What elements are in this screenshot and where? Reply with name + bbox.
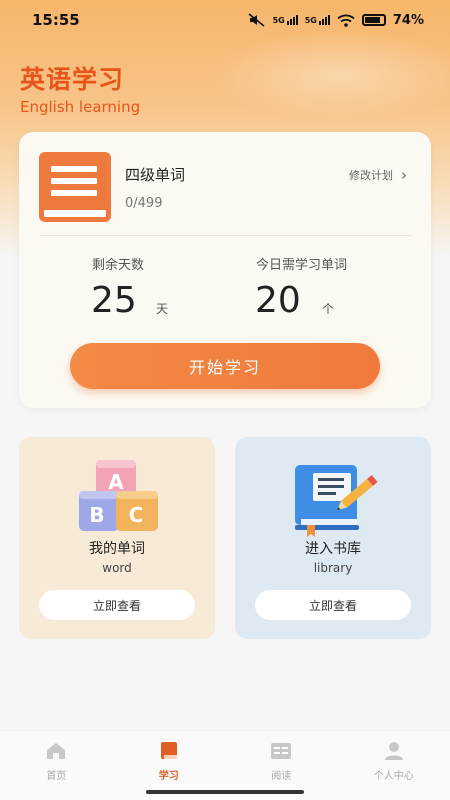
remaining-days-label: 剩余天数 <box>92 258 145 273</box>
book-progress: 0/499 <box>125 196 163 211</box>
today-words-unit: 个 <box>322 302 335 316</box>
tab-study-label: 学习 <box>158 771 179 782</box>
status-bar: 15:55 5G 5G 74% <box>0 0 450 40</box>
tab-home[interactable]: 首页 <box>0 731 113 800</box>
page-title: 英语学习 <box>20 65 125 94</box>
book-pencil-icon <box>295 465 378 537</box>
abc-blocks-icon: A B C <box>79 460 158 531</box>
view-words-button[interactable]: 立即查看 <box>39 590 195 620</box>
reading-icon <box>271 743 292 759</box>
my-words-card[interactable]: A B C 我的单词 word 立即查看 <box>19 437 215 639</box>
status-time: 15:55 <box>32 11 80 29</box>
svg-text:C: C <box>129 503 144 527</box>
battery-percent: 74% <box>392 12 424 28</box>
chevron-right-icon: › <box>401 166 407 184</box>
my-words-subtitle: word <box>102 561 132 575</box>
edit-plan-link[interactable]: 修改计划 › <box>349 166 407 184</box>
mute-icon <box>248 13 265 27</box>
home-indicator <box>146 790 304 794</box>
divider <box>39 235 411 236</box>
home-icon <box>47 743 66 759</box>
remaining-days-value: 25 <box>91 280 137 321</box>
signal-icon: 5G <box>305 15 330 25</box>
svg-text:A: A <box>108 470 124 494</box>
remaining-days-unit: 天 <box>156 302 169 316</box>
tab-profile-label: 个人中心 <box>373 771 414 782</box>
battery-icon <box>361 14 386 26</box>
my-words-title: 我的单词 <box>89 541 145 557</box>
library-subtitle: library <box>313 561 353 575</box>
today-words-value: 20 <box>255 280 301 321</box>
user-icon <box>384 742 403 760</box>
library-card[interactable]: 进入书库 library 立即查看 <box>235 437 431 639</box>
signal-icon: 5G <box>273 15 298 25</box>
svg-text:B: B <box>89 503 104 527</box>
tab-reading-label: 阅读 <box>271 771 292 782</box>
book-icon <box>39 152 111 222</box>
status-icons: 5G 5G 74% <box>248 13 424 28</box>
book-title: 四级单词 <box>125 166 186 184</box>
today-words-label: 今日需学习单词 <box>256 258 348 273</box>
edit-plan-label: 修改计划 <box>349 169 393 182</box>
study-plan-card: 四级单词 0/499 修改计划 › 剩余天数 25 天 今日需学习单词 20 个… <box>19 132 431 408</box>
page-subtitle: English learning <box>20 98 141 116</box>
start-study-button[interactable]: 开始学习 <box>70 343 380 389</box>
tab-profile[interactable]: 个人中心 <box>338 731 450 800</box>
wifi-icon <box>337 14 355 27</box>
book-icon <box>160 742 177 759</box>
library-title: 进入书库 <box>305 541 361 557</box>
tab-home-label: 首页 <box>46 771 67 782</box>
view-library-button[interactable]: 立即查看 <box>255 590 411 620</box>
